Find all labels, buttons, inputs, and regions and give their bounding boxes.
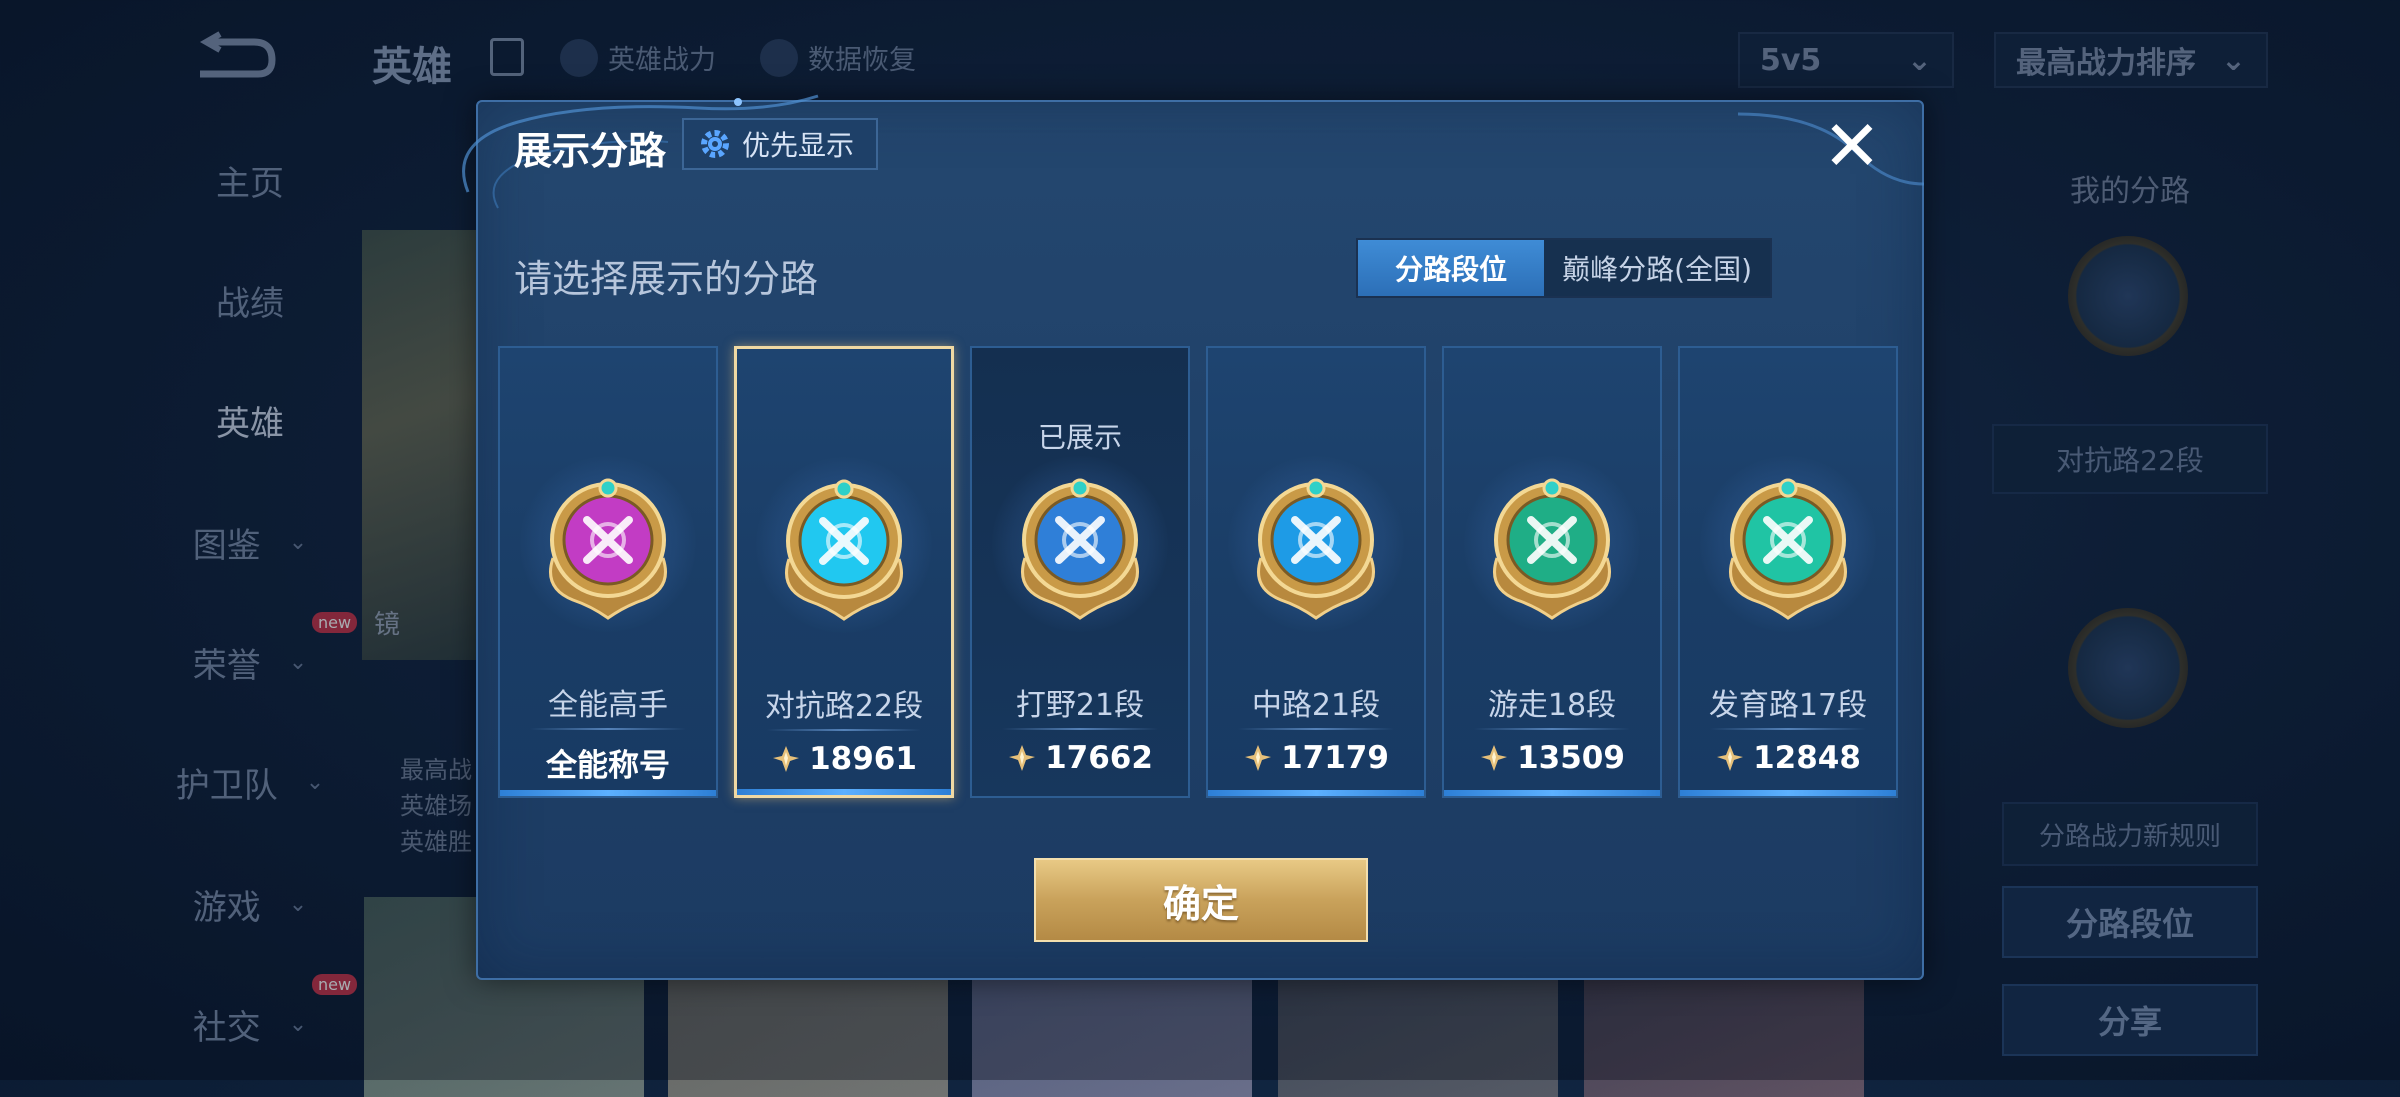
displayed-label: 已展示 — [1037, 421, 1122, 454]
gear-icon — [701, 130, 729, 158]
jungle-emblem-icon — [1021, 478, 1139, 620]
lane-card-list: 全能高手 全能称号 对抗路22段 18961 已展示 打野21段 17662 中… — [498, 346, 1902, 798]
combat-power-icon — [1717, 745, 1744, 771]
lane-card[interactable]: 中路21段 17179 — [1206, 346, 1426, 798]
lane-power-value: 17179 — [1281, 740, 1389, 776]
lane-display-dialog: 展示分路 优先显示 ✕ 请选择展示的分路 分路段位 巅峰分路(全国) 全能高手全… — [462, 94, 1925, 980]
lane-name: 打野21段 — [1015, 688, 1145, 723]
dialog-title: 展示分路 — [514, 129, 667, 173]
tab-lane-rank[interactable]: 分路段位 — [1358, 240, 1545, 296]
clash-lane-emblem-icon — [785, 479, 903, 621]
lane-card[interactable]: 发育路17段 12848 — [1678, 346, 1898, 798]
lane-card[interactable]: 游走18段 13509 — [1442, 346, 1662, 798]
card-bottom-glow — [500, 790, 716, 796]
lane-power-value: 18961 — [809, 741, 917, 777]
priority-display-button[interactable]: 优先显示 — [682, 118, 879, 170]
divider — [1710, 728, 1866, 730]
confirm-button[interactable]: 确定 — [1034, 858, 1368, 942]
lane-power: 13509 — [1444, 740, 1660, 776]
lane-name: 发育路17段 — [1708, 688, 1868, 723]
lane-power: 全能称号 — [500, 740, 716, 785]
lane-power-value: 13509 — [1517, 740, 1625, 776]
divider — [767, 729, 921, 731]
lane-power: 12848 — [1680, 740, 1896, 776]
lane-power-value: 17662 — [1045, 740, 1153, 776]
tab-peak-lane-national[interactable]: 巅峰分路(全国) — [1544, 240, 1770, 296]
dialog-subtitle: 请选择展示的分路 — [514, 257, 819, 301]
priority-display-label: 优先显示 — [742, 129, 855, 162]
combat-power-icon — [1481, 745, 1508, 771]
card-bottom-glow — [1444, 790, 1660, 796]
farm-lane-emblem-icon — [1729, 478, 1847, 620]
divider — [530, 728, 686, 730]
divider — [1238, 728, 1394, 730]
divider — [1474, 728, 1630, 730]
card-bottom-glow — [1208, 790, 1424, 796]
allround-emblem-icon — [549, 478, 667, 620]
lane-card[interactable]: 全能高手 全能称号 — [498, 346, 718, 798]
lane-power-value: 全能称号 — [546, 748, 670, 784]
roam-emblem-icon — [1493, 478, 1611, 620]
combat-power-icon — [773, 746, 800, 772]
lane-name: 对抗路22段 — [764, 689, 924, 724]
card-bottom-glow — [737, 789, 951, 795]
combat-power-icon — [1245, 745, 1272, 771]
lane-name: 中路21段 — [1251, 688, 1381, 723]
lane-power: 18961 — [737, 741, 951, 777]
lane-power: 17662 — [972, 740, 1188, 776]
lane-card[interactable]: 已展示 打野21段 17662 — [970, 346, 1190, 798]
mid-lane-emblem-icon — [1257, 478, 1375, 620]
lane-card[interactable]: 对抗路22段 18961 — [734, 346, 954, 798]
lane-type-tabs: 分路段位 巅峰分路(全国) — [1356, 238, 1772, 298]
close-icon[interactable]: ✕ — [1820, 111, 1884, 181]
lane-power-value: 12848 — [1753, 740, 1861, 776]
lane-power: 17179 — [1208, 740, 1424, 776]
lane-name: 全能高手 — [548, 688, 668, 723]
divider — [1002, 728, 1158, 730]
card-bottom-glow — [1680, 790, 1896, 796]
lane-name: 游走18段 — [1487, 688, 1617, 723]
combat-power-icon — [1009, 745, 1036, 771]
